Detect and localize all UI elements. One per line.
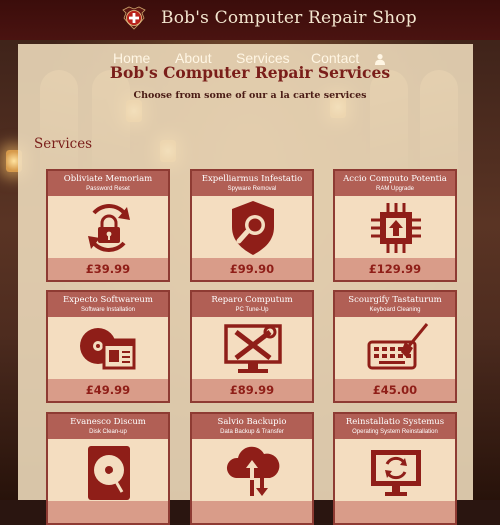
service-price: £45.00 <box>335 379 455 401</box>
service-price <box>335 501 455 523</box>
service-card[interactable]: Salvio Backupio Data Backup & Transfer <box>190 412 314 525</box>
cloud-backup-icon <box>226 446 280 496</box>
service-description: Password Reset <box>86 186 130 192</box>
service-price <box>48 501 168 523</box>
service-name: Salvio Backupio <box>217 417 287 427</box>
monitor-reinstall-icon <box>371 450 421 496</box>
service-price: £99.90 <box>192 258 312 280</box>
service-card[interactable]: Expelliarmus Infestatio Spyware Removal … <box>190 169 314 282</box>
shield-search-icon <box>232 201 274 255</box>
top-navbar: Bob's Computer Repair Shop <box>0 0 500 40</box>
page-subtitle: Choose from some of our a la carte servi… <box>133 90 367 101</box>
password-reset-lock-icon <box>88 204 130 252</box>
card-header: Expecto Softwareum Software Installation <box>48 292 168 317</box>
card-header: Salvio Backupio Data Backup & Transfer <box>192 414 312 439</box>
service-card[interactable]: Evanesco Discum Disk Clean-up <box>46 412 170 525</box>
service-card[interactable]: Expecto Softwareum Software Installation… <box>46 290 170 403</box>
service-description: Spyware Removal <box>227 186 277 192</box>
pc-tools-icon <box>224 324 282 373</box>
service-card[interactable]: Reparo Computum PC Tune-Up £89.99 <box>190 290 314 403</box>
service-name: Accio Computo Potentia <box>343 174 447 184</box>
chip-upgrade-icon <box>371 203 421 253</box>
service-price <box>192 501 312 523</box>
service-card[interactable]: Scourgify Tastaturum Keyboard Cleaning £… <box>333 290 457 403</box>
service-name: Expecto Softwareum <box>63 295 153 305</box>
card-header: Scourgify Tastaturum Keyboard Cleaning <box>335 292 455 317</box>
service-card[interactable]: Obliviate Memoriam Password Reset £39.99 <box>46 169 170 282</box>
service-description: Software Installation <box>80 307 136 313</box>
service-description: Keyboard Cleaning <box>369 307 421 313</box>
service-description: Data Backup & Transfer <box>220 429 284 435</box>
card-header: Evanesco Discum Disk Clean-up <box>48 414 168 439</box>
service-price: £49.99 <box>48 379 168 401</box>
service-price: £39.99 <box>48 258 168 280</box>
service-name: Scourgify Tastaturum <box>348 295 442 305</box>
keyboard-cleaning-icon <box>367 323 429 370</box>
service-name: Reinstallatio Systemus <box>345 417 445 427</box>
card-header: Accio Computo Potentia RAM Upgrade <box>335 171 455 196</box>
service-card[interactable]: Reinstallatio Systemus Operating System … <box>333 412 457 525</box>
software-install-icon <box>80 328 136 370</box>
hard-disk-icon <box>88 446 130 500</box>
service-card[interactable]: Accio Computo Potentia RAM Upgrade £129.… <box>333 169 457 282</box>
service-price: £129.99 <box>335 258 455 280</box>
service-description: Operating System Reinstallation <box>352 429 438 435</box>
card-header: Reinstallatio Systemus Operating System … <box>335 414 455 439</box>
site-title[interactable]: Bob's Computer Repair Shop <box>161 8 417 28</box>
shield-cross-icon[interactable] <box>120 4 148 32</box>
service-name: Reparo Computum <box>211 295 293 305</box>
service-description: PC Tune-Up <box>235 307 269 313</box>
card-header: Reparo Computum PC Tune-Up <box>192 292 312 317</box>
service-name: Expelliarmus Infestatio <box>201 174 303 184</box>
service-description: Disk Clean-up <box>89 429 127 435</box>
section-title: Services <box>34 136 93 152</box>
service-description: RAM Upgrade <box>375 186 414 192</box>
card-header: Obliviate Memoriam Password Reset <box>48 171 168 196</box>
service-name: Evanesco Discum <box>70 417 146 427</box>
card-header: Expelliarmus Infestatio Spyware Removal <box>192 171 312 196</box>
service-name: Obliviate Memoriam <box>63 174 153 184</box>
page-title: Bob's Computer Repair Services <box>109 63 391 82</box>
service-price: £89.99 <box>192 379 312 401</box>
